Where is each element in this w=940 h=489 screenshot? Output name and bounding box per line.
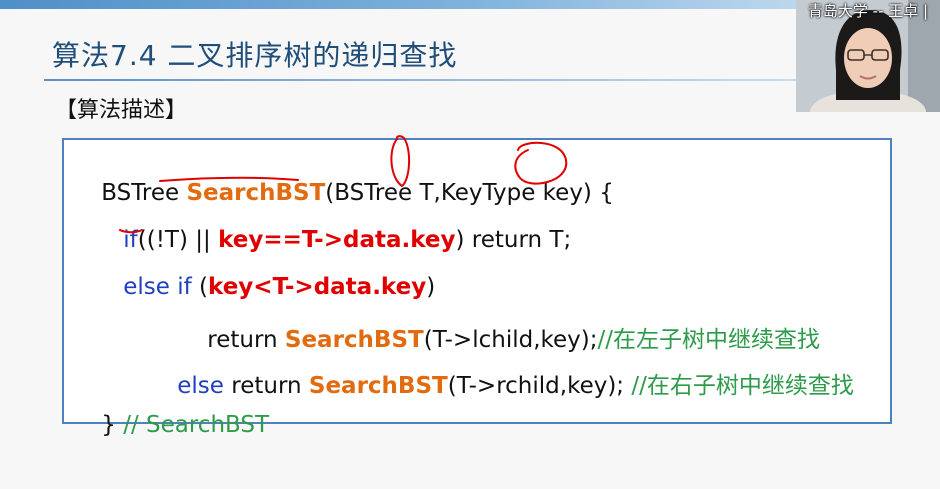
webcam-caption: 青岛大学 -- 王卓 | (807, 2, 929, 20)
slide-title: 算法7.4 二叉排序树的递归查找 (52, 39, 458, 72)
section-label: 【算法描述】 (55, 98, 188, 123)
code-comment: //在右子树中继续查找 (631, 373, 854, 399)
title-underline (44, 79, 796, 81)
code-token: ) return T; (455, 227, 572, 253)
code-block: BSTree SearchBST(BSTree T,KeyType key) {… (62, 138, 892, 438)
presenter-webcam: 青岛大学 -- 王卓 | (796, 0, 940, 112)
function-name: SearchBST (308, 373, 448, 399)
code-token: } (101, 412, 124, 438)
code-comment: // SearchBST (123, 412, 270, 438)
code-line-6: } // SearchBST (72, 386, 269, 464)
code-token: (T->rchild,key); (447, 373, 632, 399)
